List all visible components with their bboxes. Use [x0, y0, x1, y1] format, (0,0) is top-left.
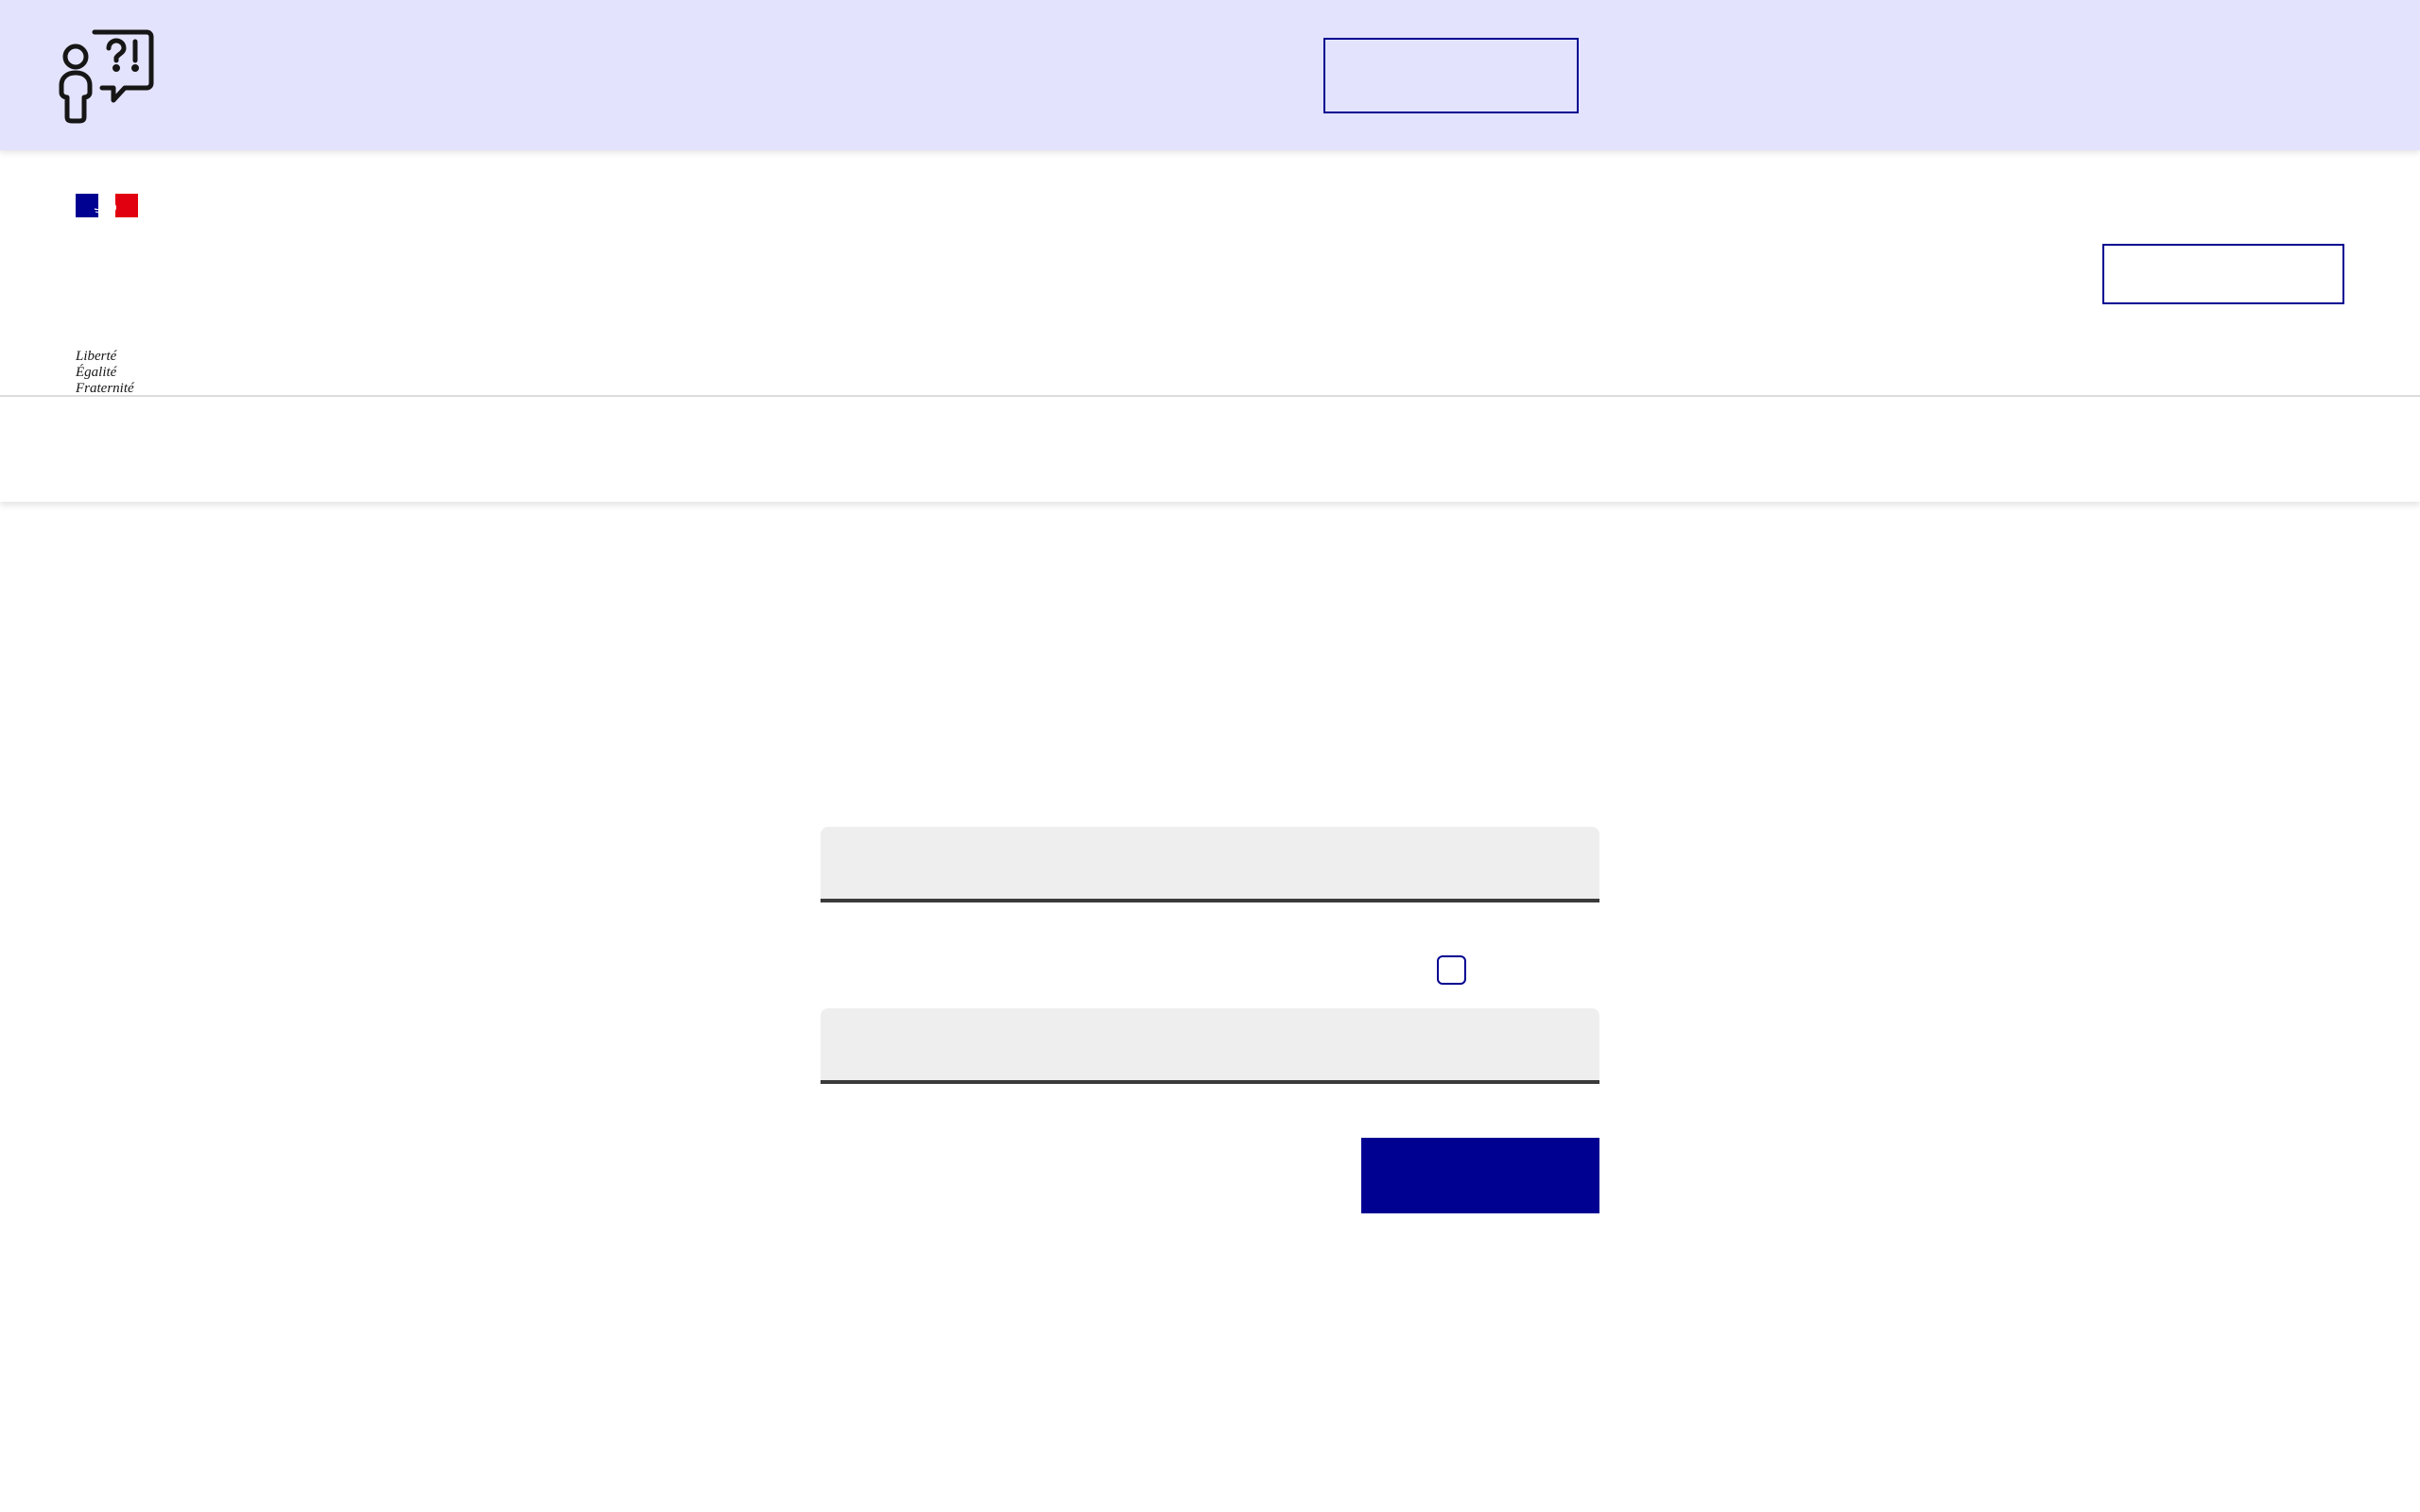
- form-field-2[interactable]: [821, 1008, 1599, 1084]
- government-logo[interactable]: Liberté Égalité Fraternité: [76, 194, 189, 396]
- site-header: Liberté Égalité Fraternité: [0, 150, 2420, 397]
- top-banner: [0, 0, 2420, 150]
- form-checkbox[interactable]: [1437, 955, 1466, 985]
- motto-liberte: Liberté: [76, 349, 117, 364]
- header-action-button[interactable]: [2102, 244, 2344, 304]
- person-question-exclamation-bubble-icon: [59, 29, 154, 124]
- banner-button[interactable]: [1323, 38, 1579, 113]
- form-field-1[interactable]: [821, 827, 1599, 902]
- motto-egalite: Égalité: [76, 365, 117, 380]
- login-form: [821, 827, 1599, 1214]
- main-navigation: [0, 398, 2420, 502]
- motto-fraternite: Fraternité: [76, 381, 134, 396]
- logo-motto: Liberté Égalité Fraternité: [76, 349, 134, 397]
- marianne-flag-logo: [76, 194, 138, 217]
- submit-button[interactable]: [1361, 1138, 1599, 1213]
